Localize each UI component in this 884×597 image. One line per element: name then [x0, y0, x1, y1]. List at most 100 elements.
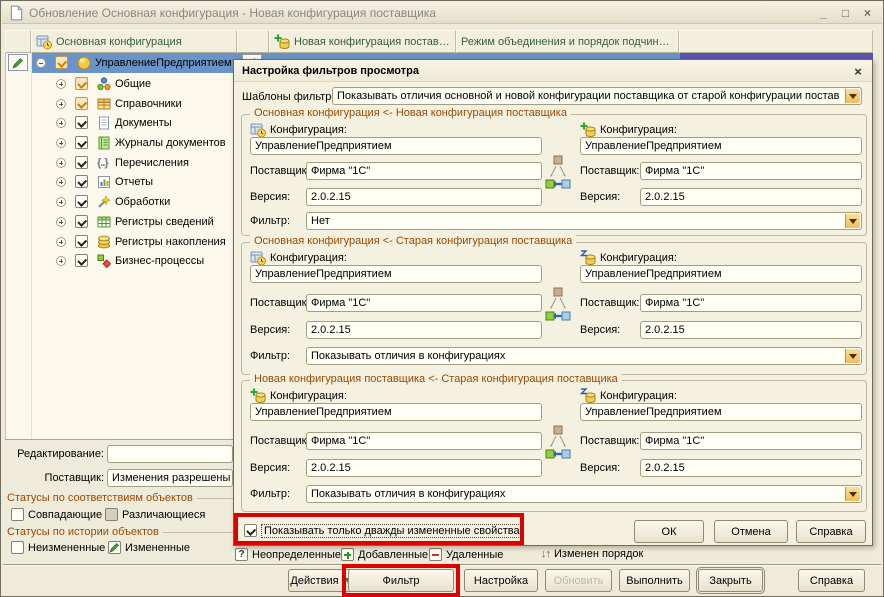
item-checkbox[interactable]: [75, 254, 88, 267]
checkbox[interactable]: [244, 524, 257, 537]
version-field[interactable]: 2.0.2.15: [306, 459, 542, 477]
config-name-field[interactable]: УправлениеПредприятием: [580, 137, 862, 155]
chevron-down-icon[interactable]: [845, 214, 860, 228]
column-extra[interactable]: [679, 30, 873, 53]
column-merge-mode[interactable]: Режим объединения и порядок подчин…: [456, 30, 679, 53]
legend-undefined: ? Неопределенные: [235, 548, 341, 561]
vendor-field[interactable]: Фирма "1С": [640, 162, 862, 180]
tree-item-information-registers[interactable]: Регистры сведений: [56, 212, 214, 231]
refresh-button[interactable]: Обновить: [545, 569, 612, 592]
item-checkbox[interactable]: [75, 136, 88, 149]
root-checkbox[interactable]: [55, 56, 68, 69]
filter-combo[interactable]: Показывать отличия в конфигурациях: [306, 347, 862, 365]
expand-icon[interactable]: [56, 177, 66, 187]
item-checkbox[interactable]: [75, 97, 88, 110]
old-vendor-config-icon: [580, 388, 596, 404]
expand-icon[interactable]: [56, 118, 66, 128]
tree-root-row[interactable]: УправлениеПредприятием: [32, 53, 232, 72]
actions-button[interactable]: Действия: [288, 569, 354, 592]
checkbox[interactable]: [105, 508, 118, 521]
column-status-1[interactable]: [5, 30, 31, 53]
version-field[interactable]: 2.0.2.15: [640, 459, 862, 477]
dialog-close-button[interactable]: ×: [850, 63, 866, 79]
item-checkbox[interactable]: [75, 116, 88, 129]
config-name-field[interactable]: УправлениеПредприятием: [250, 403, 542, 421]
differing-checkbox[interactable]: Различающиеся: [105, 508, 205, 521]
execute-button[interactable]: Выполнить: [619, 569, 690, 592]
collapse-icon[interactable]: [36, 58, 46, 68]
chevron-down-icon[interactable]: [845, 349, 860, 363]
ok-button[interactable]: ОК: [634, 520, 704, 543]
tree-item-reports[interactable]: Отчеты: [56, 172, 153, 191]
expand-icon[interactable]: [56, 138, 66, 148]
chevron-down-icon[interactable]: [845, 89, 860, 103]
help-button[interactable]: Справка: [798, 569, 865, 592]
editing-field[interactable]: [107, 445, 233, 463]
expand-icon[interactable]: [56, 158, 66, 168]
matching-checkbox[interactable]: Совпадающие: [11, 508, 102, 521]
version-field[interactable]: 2.0.2.15: [640, 188, 862, 206]
tree-item-document-journals[interactable]: Журналы документов: [56, 133, 226, 152]
tree-item-enums[interactable]: {..} Перечисления: [56, 153, 189, 172]
column-new-vendor-config[interactable]: Новая конфигурация постав…: [269, 30, 456, 53]
version-field[interactable]: 2.0.2.15: [640, 321, 862, 339]
item-checkbox[interactable]: [75, 235, 88, 248]
config-name-field[interactable]: УправлениеПредприятием: [580, 265, 862, 283]
close-button[interactable]: ×: [859, 5, 876, 20]
filter-combo[interactable]: Показывать отличия в конфигурациях: [306, 485, 862, 503]
close-window-button[interactable]: Закрыть: [698, 569, 763, 592]
expand-icon[interactable]: [56, 79, 66, 89]
version-field[interactable]: 2.0.2.15: [306, 321, 542, 339]
item-checkbox[interactable]: [75, 156, 88, 169]
twice-changed-checkbox[interactable]: Показывать только дважды измененные свой…: [244, 524, 522, 537]
tree-item-catalogs[interactable]: Справочники: [56, 94, 182, 113]
pencil-box-icon[interactable]: [108, 541, 121, 554]
expand-icon[interactable]: [56, 217, 66, 227]
settings-button[interactable]: Настройка: [464, 569, 538, 592]
column-main-config[interactable]: Основная конфигурация: [31, 30, 237, 53]
column-status-2[interactable]: [237, 30, 269, 53]
item-checkbox[interactable]: [75, 195, 88, 208]
vendor-field[interactable]: Фирма "1С": [306, 294, 542, 312]
configs-relation-icon: [545, 287, 571, 325]
cancel-button[interactable]: Отмена: [714, 520, 788, 543]
tree-item-accumulation-registers[interactable]: Регистры накопления: [56, 232, 226, 251]
changed-checkbox[interactable]: Измененные: [108, 541, 190, 554]
configs-relation-icon: [545, 425, 571, 463]
checkbox[interactable]: [11, 508, 24, 521]
item-checkbox[interactable]: [75, 175, 88, 188]
minimize-button[interactable]: _: [815, 5, 832, 20]
config-name-field[interactable]: УправлениеПредприятием: [250, 265, 542, 283]
vendor-field[interactable]: Фирма "1С": [640, 294, 862, 312]
chevron-down-icon[interactable]: [845, 487, 860, 501]
configs-relation-icon: [545, 155, 571, 193]
vendor-field[interactable]: Фирма "1С": [306, 432, 542, 450]
filter-combo[interactable]: Нет: [306, 212, 862, 230]
business-processes-icon: [97, 254, 111, 268]
vendor-field[interactable]: Фирма "1С": [306, 162, 542, 180]
templates-combo[interactable]: Показывать отличия основной и новой конф…: [332, 87, 862, 105]
maximize-button[interactable]: □: [837, 5, 854, 20]
config-name-field[interactable]: УправлениеПредприятием: [250, 137, 542, 155]
vendor-lock-field[interactable]: Изменения разрешены: [107, 469, 233, 487]
catalogs-icon: [97, 97, 111, 111]
item-checkbox[interactable]: [75, 77, 88, 90]
vendor-field[interactable]: Фирма "1С": [640, 432, 862, 450]
unchanged-checkbox[interactable]: Неизмененные: [11, 541, 105, 554]
dialog-help-button[interactable]: Справка: [796, 520, 866, 543]
filter-button[interactable]: Фильтр: [348, 569, 454, 592]
expand-icon[interactable]: [56, 197, 66, 207]
tree-item-common[interactable]: Общие: [56, 74, 151, 93]
tree-item-documents[interactable]: Документы: [56, 113, 172, 132]
status-changed-cell: [8, 54, 28, 71]
tree-item-business-processes[interactable]: Бизнес-процессы: [56, 251, 204, 270]
checkbox[interactable]: [11, 541, 24, 554]
expand-icon[interactable]: [56, 256, 66, 266]
config-name-field[interactable]: УправлениеПредприятием: [580, 403, 862, 421]
expand-icon[interactable]: [56, 237, 66, 247]
expand-icon[interactable]: [56, 99, 66, 109]
tree-item-data-processors[interactable]: Обработки: [56, 192, 170, 211]
match-statuses-group: Статусы по соответствиям объектов: [7, 492, 233, 504]
item-checkbox[interactable]: [75, 215, 88, 228]
version-field[interactable]: 2.0.2.15: [306, 188, 542, 206]
